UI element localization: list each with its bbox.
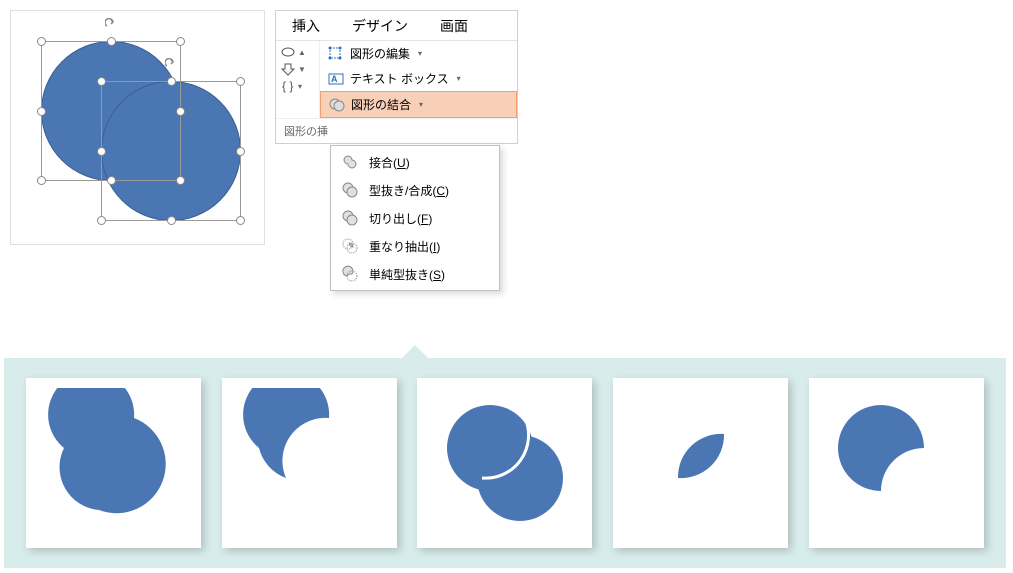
- fragment-icon: [341, 209, 359, 227]
- chevron-down-icon: ▾: [419, 100, 423, 109]
- oval-shape-icon: [280, 45, 296, 59]
- merge-shapes-icon: [329, 97, 345, 113]
- result-intersect: [613, 378, 788, 548]
- selection-handle[interactable]: [37, 176, 46, 185]
- selection-handle[interactable]: [97, 147, 106, 156]
- text-box-icon: A: [328, 71, 344, 87]
- merge-shapes-menu: 接合(U) 型抜き/合成(C) 切り出し(F) 重なり抽出(I) 単純型抜き(S…: [330, 145, 500, 291]
- tab-insert[interactable]: 挿入: [276, 10, 336, 42]
- selection-handle[interactable]: [37, 107, 46, 116]
- selection-handle[interactable]: [236, 147, 245, 156]
- fragment-result-shape: [430, 388, 580, 538]
- menu-item-label: 型抜き/合成(C): [369, 182, 449, 199]
- selection-handle[interactable]: [167, 77, 176, 86]
- selection-handle[interactable]: [107, 37, 116, 46]
- menu-item-label: 切り出し(F): [369, 210, 432, 227]
- selection-handle[interactable]: [37, 37, 46, 46]
- result-combine: [222, 378, 397, 548]
- merge-shapes-button[interactable]: 図形の結合 ▾: [320, 91, 517, 118]
- ribbon-tabs: 挿入 デザイン 画面: [276, 11, 517, 41]
- chevron-down-icon: ▾: [418, 49, 422, 58]
- selection-handle[interactable]: [236, 77, 245, 86]
- chevron-down-icon: ▼: [298, 65, 306, 74]
- menu-combine[interactable]: 型抜き/合成(C): [331, 176, 499, 204]
- union-result-shape: [39, 388, 189, 538]
- chevron-down-icon: ▲: [298, 48, 306, 57]
- edit-shape-button[interactable]: 図形の編集 ▾: [320, 41, 517, 66]
- rotate-handle-icon[interactable]: [165, 58, 177, 70]
- rotate-handle-icon[interactable]: [105, 18, 117, 30]
- union-icon: [341, 153, 359, 171]
- result-fragment: [417, 378, 592, 548]
- edit-shape-label: 図形の編集: [350, 45, 410, 62]
- menu-intersect[interactable]: 重なり抽出(I): [331, 232, 499, 260]
- edit-points-icon: [328, 46, 344, 62]
- svg-text:{ }: { }: [282, 79, 293, 93]
- shape-gallery[interactable]: ▲ ▼ { } ▾: [276, 41, 320, 118]
- result-union: [26, 378, 201, 548]
- selection-handle[interactable]: [97, 216, 106, 225]
- ribbon-panel: 挿入 デザイン 画面 ▲ ▼ { } ▾: [275, 10, 518, 144]
- tab-design[interactable]: デザイン: [336, 10, 424, 42]
- text-box-button[interactable]: A テキスト ボックス ▾: [320, 66, 517, 91]
- menu-union[interactable]: 接合(U): [331, 148, 499, 176]
- merge-results-row: [4, 358, 1006, 568]
- selection-handle[interactable]: [236, 216, 245, 225]
- text-box-label: テキスト ボックス: [350, 70, 449, 87]
- drawing-canvas[interactable]: [10, 10, 265, 245]
- selection-handle[interactable]: [97, 77, 106, 86]
- menu-subtract[interactable]: 単純型抜き(S): [331, 260, 499, 288]
- chevron-down-icon: ▾: [457, 74, 461, 83]
- menu-fragment[interactable]: 切り出し(F): [331, 204, 499, 232]
- menu-item-label: 重なり抽出(I): [369, 238, 440, 255]
- selection-handle[interactable]: [176, 37, 185, 46]
- combine-result-shape: [234, 388, 384, 538]
- tab-screen[interactable]: 画面: [424, 10, 484, 42]
- subtract-icon: [341, 265, 359, 283]
- arrow-down-shape-icon: [280, 62, 296, 76]
- merge-shapes-label: 図形の結合: [351, 96, 411, 113]
- menu-item-label: 接合(U): [369, 154, 410, 171]
- brace-shape-icon: { }: [280, 79, 296, 93]
- intersect-icon: [341, 237, 359, 255]
- selection-handle[interactable]: [167, 216, 176, 225]
- menu-item-label: 単純型抜き(S): [369, 266, 445, 283]
- svg-text:A: A: [331, 74, 338, 84]
- selection-box-2: [101, 81, 241, 221]
- chevron-down-icon: ▾: [298, 82, 302, 91]
- intersect-result-shape: [626, 388, 776, 538]
- result-subtract: [809, 378, 984, 548]
- ribbon-group-label: 図形の挿: [276, 118, 517, 143]
- subtract-result-shape: [821, 388, 971, 538]
- combine-icon: [341, 181, 359, 199]
